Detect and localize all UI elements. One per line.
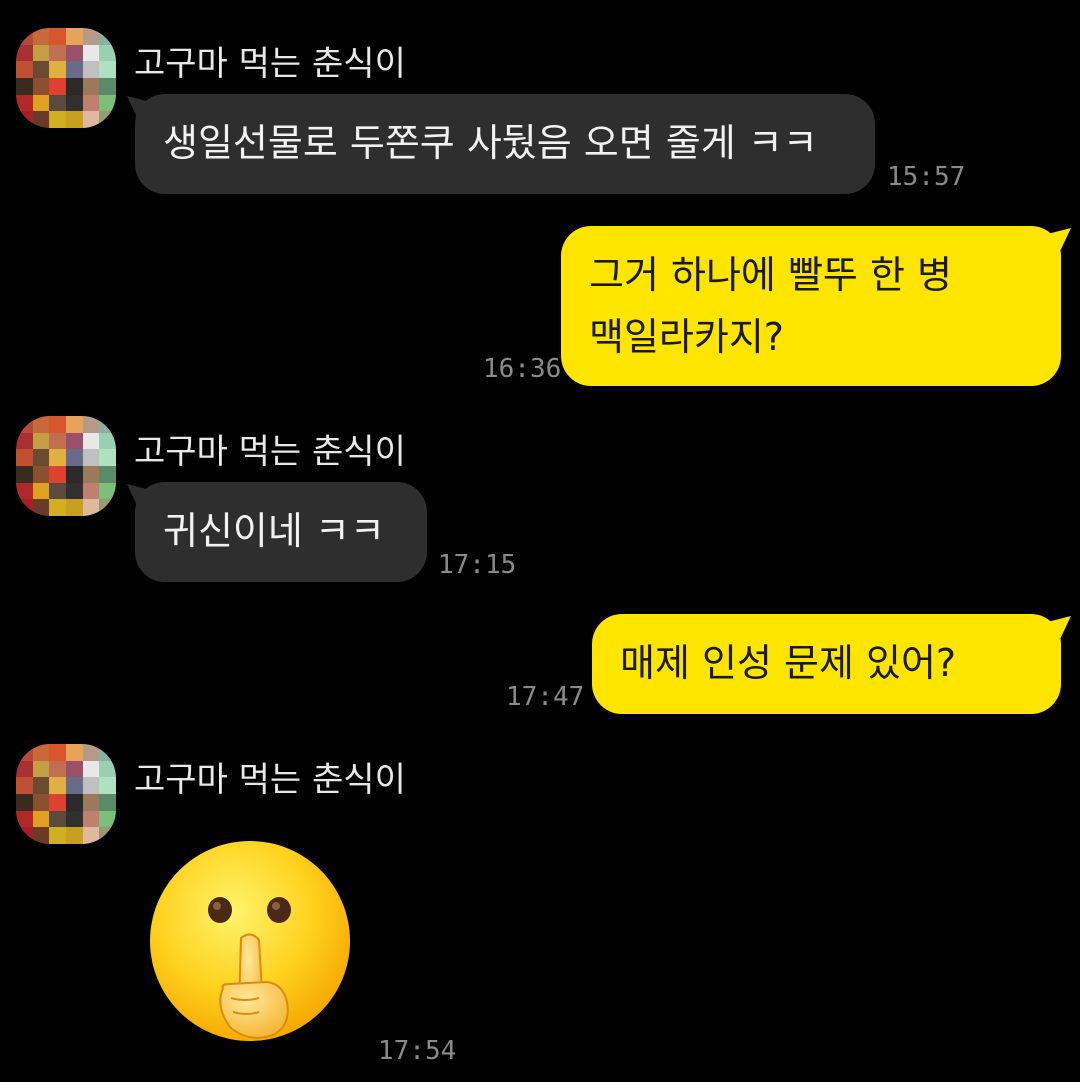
sender-name: 고구마 먹는 춘식이	[134, 432, 406, 472]
message-text: 생일선물로 두쫀쿠 사뒀음 오면 줄게 ㅋㅋ	[163, 121, 818, 165]
avatar[interactable]	[16, 744, 116, 844]
message-text: 매제 인성 문제 있어?	[620, 641, 957, 685]
message-bubble-incoming[interactable]: 귀신이네 ㅋㅋ	[135, 482, 427, 582]
message-text-line: 그거 하나에 빨뚜 한 병	[589, 253, 952, 297]
message-text-line: 맥일라카지?	[589, 315, 784, 359]
message-timestamp: 17:47	[506, 682, 585, 712]
message-timestamp: 17:54	[378, 1036, 457, 1066]
message-bubble-outgoing[interactable]: 그거 하나에 빨뚜 한 병 맥일라카지?	[561, 226, 1061, 386]
shushing-face-icon[interactable]	[145, 838, 355, 1048]
message-bubble-incoming[interactable]: 생일선물로 두쫀쿠 사뒀음 오면 줄게 ㅋㅋ	[135, 94, 875, 194]
message-bubble-outgoing[interactable]: 매제 인성 문제 있어?	[592, 614, 1061, 714]
message-timestamp: 15:57	[887, 162, 966, 192]
avatar[interactable]	[16, 416, 116, 516]
message-text: 귀신이네 ㅋㅋ	[163, 509, 385, 553]
avatar[interactable]	[16, 28, 116, 128]
sender-name: 고구마 먹는 춘식이	[134, 760, 406, 800]
sender-name: 고구마 먹는 춘식이	[134, 44, 406, 84]
message-timestamp: 16:36	[483, 354, 562, 384]
message-timestamp: 17:15	[438, 550, 517, 580]
